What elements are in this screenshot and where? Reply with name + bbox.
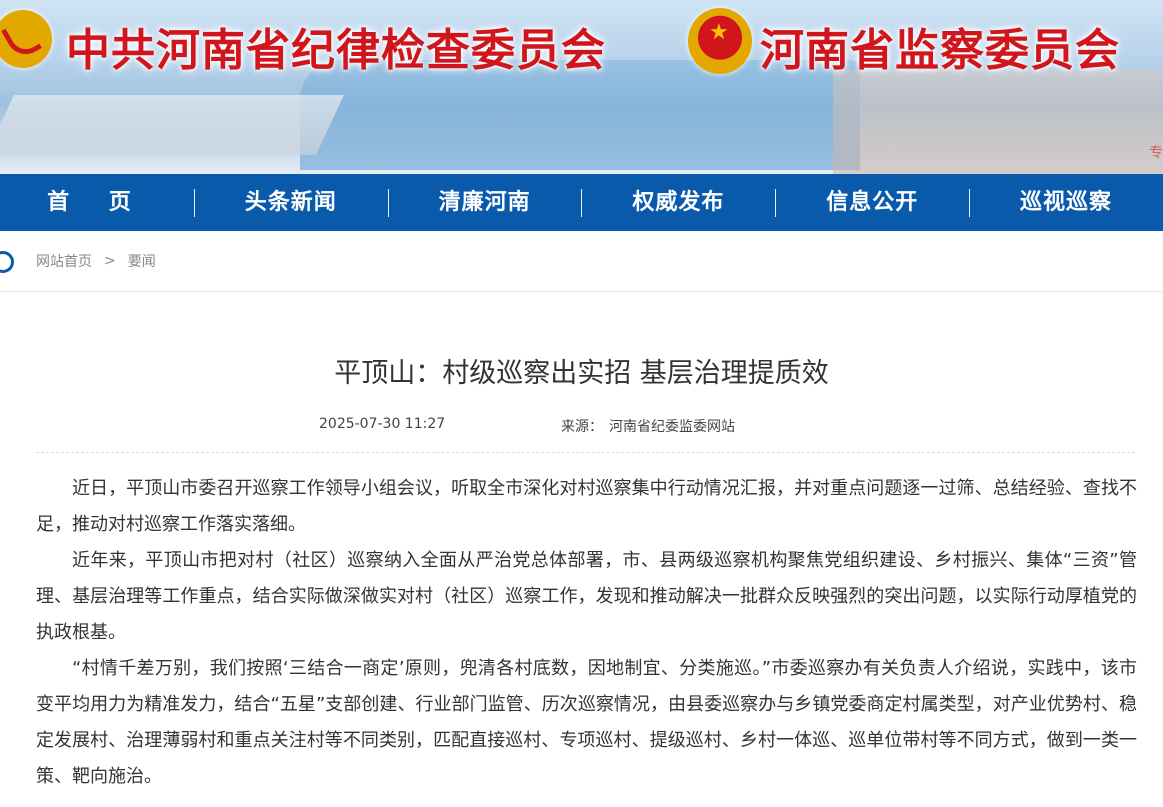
site-banner: 中共河南省纪律检查委员会 河南省监察委员会 专 [0, 0, 1163, 174]
party-emblem-icon [0, 10, 52, 68]
national-emblem-icon [688, 8, 752, 74]
breadcrumb: 网站首页 > 要闻 [0, 231, 1163, 292]
banner-dam-image [0, 95, 344, 155]
article-source: 来源： 河南省纪委监委网站 [561, 416, 735, 436]
banner-side-text: 专 [1149, 145, 1163, 161]
source-label: 来源： [561, 419, 603, 435]
banner-land-image [833, 70, 1163, 174]
breadcrumb-current-link[interactable]: 要闻 [128, 251, 156, 271]
site-title-supervision[interactable]: 河南省监察委员会 [760, 14, 1120, 78]
main-nav: 首 页 头条新闻 清廉河南 权威发布 信息公开 巡视巡察 [0, 174, 1163, 231]
nav-item-home[interactable]: 首 页 [0, 174, 194, 231]
nav-item-info-disclosure[interactable]: 信息公开 [775, 174, 969, 231]
nav-item-clean-henan[interactable]: 清廉河南 [387, 174, 582, 231]
article-meta: 2025-07-30 11:27 来源： 河南省纪委监委网站 [0, 404, 1163, 444]
nav-item-headlines[interactable]: 头条新闻 [193, 174, 388, 231]
paragraph-2: 近年来，平顶山市把对村（社区）巡察纳入全面从严治党总体部署，市、县两级巡察机构聚… [36, 550, 1137, 643]
location-icon [0, 251, 14, 273]
article-body: 近日，平顶山市委召开巡察工作领导小组会议，听取全市深化对村巡察集中行动情况汇报，… [0, 453, 1163, 795]
article-title: 平顶山：村级巡察出实招 基层治理提质效 [334, 358, 829, 389]
publish-date: 2025-07-30 11:27 [319, 416, 446, 432]
site-title-discipline[interactable]: 中共河南省纪律检查委员会 [66, 14, 606, 78]
nav-item-inspection[interactable]: 巡视巡察 [969, 174, 1163, 231]
source-name: 河南省纪委监委网站 [609, 419, 735, 435]
paragraph-1: 近日，平顶山市委召开巡察工作领导小组会议，听取全市深化对村巡察集中行动情况汇报，… [36, 478, 1137, 535]
breadcrumb-home-link[interactable]: 网站首页 [36, 251, 92, 271]
nav-item-releases[interactable]: 权威发布 [581, 174, 775, 231]
paragraph-3: “村情千差万别，我们按照‘三结合一商定’原则，兜清各村底数，因地制宜、分类施巡。… [36, 658, 1137, 787]
breadcrumb-separator: > [104, 253, 116, 269]
